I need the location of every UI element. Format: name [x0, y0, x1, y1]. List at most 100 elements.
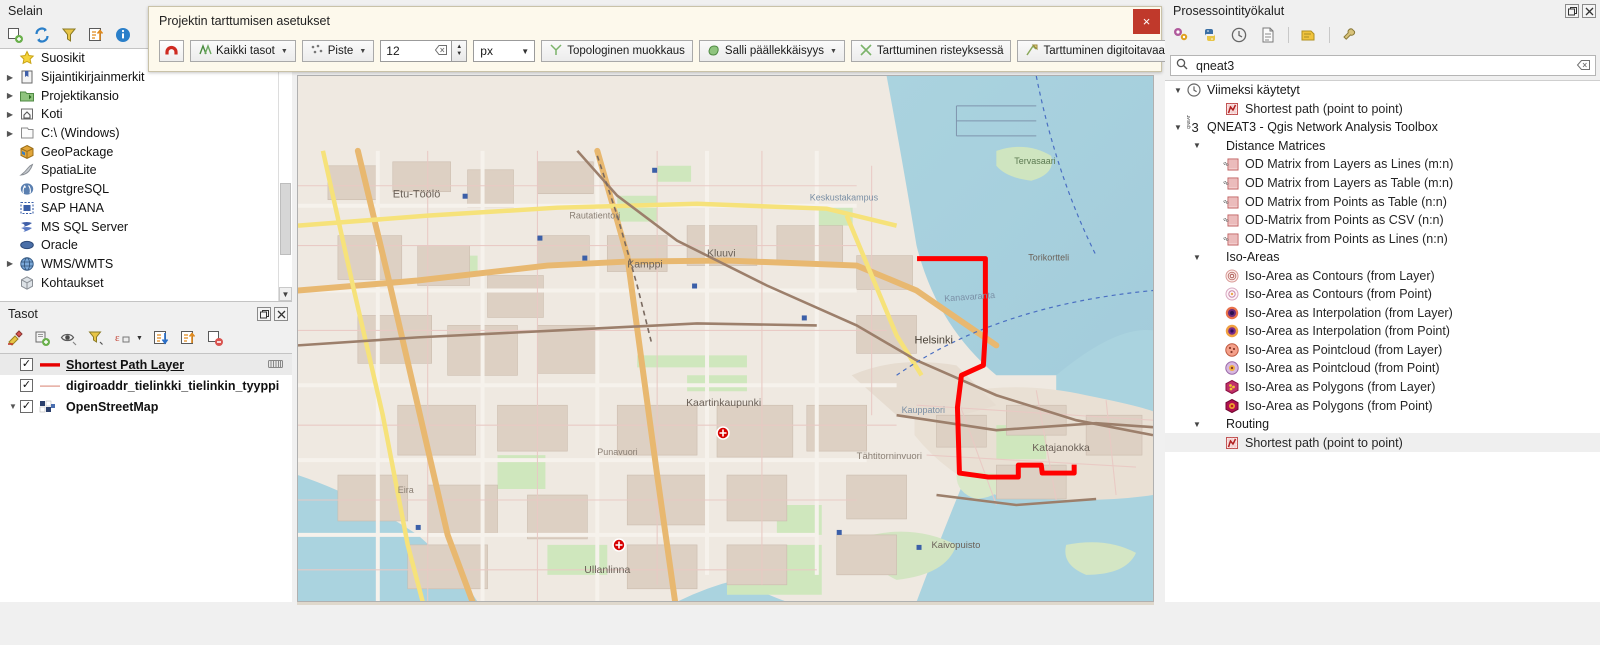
chevron-right-icon[interactable]: ▶: [2, 129, 18, 138]
chevron-right-icon[interactable]: ▶: [2, 110, 18, 119]
toolbox-item-od-matrix-from-points-as-lines-n-n[interactable]: ▶ooOD-Matrix from Points as Lines (n:n): [1165, 229, 1600, 248]
manage-visibility-icon[interactable]: [60, 329, 78, 347]
toolbox-item-od-matrix-from-layers-as-table-m-n[interactable]: ▶ooOD Matrix from Layers as Table (m:n): [1165, 174, 1600, 193]
chevron-down-icon[interactable]: ▼: [1171, 123, 1185, 132]
chevron-down-icon[interactable]: ▼: [6, 402, 20, 411]
layers-tree[interactable]: ▼✓Shortest Path Layer▼✓digiroaddr_tielin…: [0, 353, 292, 602]
close-icon[interactable]: ×: [1133, 8, 1160, 34]
browser-item-wms-wmts[interactable]: ▶ WMS/WMTS: [0, 255, 292, 274]
collapse-all-icon[interactable]: [87, 26, 105, 44]
alg-matrix-icon: oo: [1222, 156, 1240, 172]
enable-snapping-toggle[interactable]: [159, 40, 184, 62]
tolerance-stepper[interactable]: ▲ ▼: [452, 40, 468, 62]
toolbox-item-iso-area-as-contours-from-layer[interactable]: ▶Iso-Area as Contours (from Layer): [1165, 266, 1600, 285]
python-script-icon[interactable]: [1201, 26, 1219, 44]
layers-undock-button[interactable]: [257, 307, 271, 321]
browser-item-koti[interactable]: ▶ Koti: [0, 105, 292, 124]
toolbox-item-iso-area-as-polygons-from-point[interactable]: ▶Iso-Area as Polygons (from Point): [1165, 396, 1600, 415]
layers-close-button[interactable]: [274, 307, 288, 321]
browser-item-oracle[interactable]: ▶Oracle: [0, 236, 292, 255]
toolbox-item-routing[interactable]: ▼ Routing: [1165, 415, 1600, 434]
toolbox-search-bar[interactable]: [1170, 55, 1596, 76]
models-icon[interactable]: [1172, 26, 1190, 44]
snapping-units-dropdown[interactable]: px ▼: [473, 40, 536, 62]
browser-scroll-down-arrow[interactable]: ▼: [279, 287, 292, 301]
chevron-down-icon[interactable]: ▼: [1190, 141, 1204, 150]
layer-visibility-checkbox[interactable]: ✓: [20, 358, 33, 371]
history-icon[interactable]: [1230, 26, 1248, 44]
toolbox-algorithm-tree[interactable]: ▼ Viimeksi käytetyt ▶Shortest path (point …: [1165, 80, 1600, 602]
refresh-icon[interactable]: [33, 26, 51, 44]
toolbox-item-iso-area-as-interpolation-from-point[interactable]: ▶Iso-Area as Interpolation (from Point): [1165, 322, 1600, 341]
chevron-right-icon[interactable]: ▶: [2, 91, 18, 100]
layer-item-digiroaddr-tielinkki-tielinkin-tyyppi[interactable]: ▼✓digiroaddr_tielinkki_tielinkin_tyyppi: [0, 375, 292, 396]
expression-filter-caret-icon[interactable]: ▼: [136, 335, 143, 342]
toolbox-item-distance-matrices[interactable]: ▼ Distance Matrices: [1165, 137, 1600, 156]
toolbox-close-button[interactable]: [1582, 4, 1596, 18]
browser-item-geopackage[interactable]: ▶GeoPackage: [0, 142, 292, 161]
chevron-right-icon[interactable]: ▶: [2, 259, 18, 268]
chevron-down-icon[interactable]: ▼: [1190, 420, 1204, 429]
topological-editing-button[interactable]: Topologinen muokkaus: [541, 40, 693, 62]
toolbox-item-iso-area-as-interpolation-from-layer[interactable]: ▶Iso-Area as Interpolation (from Layer): [1165, 304, 1600, 323]
toolbox-item-qneat3-qgis-network-analysis-toolbox[interactable]: ▼ QNEAT 3 QNEAT3 - Qgis Network Analysis To…: [1165, 115, 1600, 137]
toolbox-item-iso-areas[interactable]: ▼ Iso-Areas: [1165, 248, 1600, 267]
chevron-down-icon[interactable]: ▼: [1190, 253, 1204, 262]
add-group-icon[interactable]: [33, 329, 51, 347]
results-viewer-icon[interactable]: [1259, 26, 1277, 44]
allow-overlap-dropdown[interactable]: Salli päällekkäisyys ▼: [698, 40, 845, 62]
edit-model-icon[interactable]: [1300, 26, 1318, 44]
toolbox-item-od-matrix-from-layers-as-lines-m-n[interactable]: ▶ooOD Matrix from Layers as Lines (m:n): [1165, 155, 1600, 174]
remove-layer-icon[interactable]: [206, 329, 224, 347]
snapping-type-dropdown[interactable]: Piste ▼: [301, 40, 375, 62]
browser-item-kohtaukset[interactable]: ▶Kohtaukset: [0, 273, 292, 292]
toolbox-item-od-matrix-from-points-as-table-n-n[interactable]: ▶ooOD Matrix from Points as Table (n:n): [1165, 192, 1600, 211]
browser-item-c-windows[interactable]: ▶ C:\ (Windows): [0, 124, 292, 143]
toolbox-item-label: OD Matrix from Layers as Table (m:n): [1245, 176, 1454, 190]
info-icon[interactable]: [114, 26, 132, 44]
layer-visibility-checkbox[interactable]: ✓: [20, 379, 33, 392]
toolbox-item-shortest-path-point-to-point[interactable]: ▶Shortest path (point to point): [1165, 433, 1600, 452]
options-icon[interactable]: [1341, 26, 1359, 44]
filter-icon[interactable]: [60, 26, 78, 44]
style-manager-icon[interactable]: [6, 329, 24, 347]
add-layer-icon[interactable]: [6, 26, 24, 44]
toolbox-item-viimeksi-k-ytetyt[interactable]: ▼ Viimeksi käytetyt: [1165, 81, 1600, 100]
toolbox-item-iso-area-as-polygons-from-layer[interactable]: ▶Iso-Area as Polygons (from Layer): [1165, 378, 1600, 397]
expand-all-icon[interactable]: [152, 329, 170, 347]
filter-legend-icon[interactable]: [87, 329, 105, 347]
browser-item-label: SAP HANA: [41, 200, 104, 215]
layer-item-shortest-path-layer[interactable]: ▼✓Shortest Path Layer: [0, 354, 292, 375]
clear-icon[interactable]: [435, 44, 451, 58]
postgresql-icon: [18, 181, 36, 197]
toolbox-item-iso-area-as-pointcloud-from-layer[interactable]: ▶Iso-Area as Pointcloud (from Layer): [1165, 341, 1600, 360]
spatialite-icon: [18, 162, 36, 178]
expression-filter-icon[interactable]: ε: [114, 329, 132, 347]
toolbox-item-iso-area-as-pointcloud-from-point[interactable]: ▶Iso-Area as Pointcloud (from Point): [1165, 359, 1600, 378]
clear-icon[interactable]: [1576, 59, 1590, 73]
toolbox-item-iso-area-as-contours-from-point[interactable]: ▶Iso-Area as Contours (from Point): [1165, 285, 1600, 304]
toolbox-search-input[interactable]: [1194, 57, 1571, 74]
snapping-tolerance-input[interactable]: 12: [380, 40, 453, 62]
snapping-mode-dropdown[interactable]: Kaikki tasot ▼: [190, 40, 296, 62]
layer-visibility-checkbox[interactable]: ✓: [20, 400, 33, 413]
collapse-all-icon[interactable]: [179, 329, 197, 347]
layer-item-openstreetmap[interactable]: ▼ ✓ OpenStreetMap: [0, 396, 292, 417]
browser-scroll-thumb[interactable]: [280, 183, 291, 255]
browser-item-spatialite[interactable]: ▶SpatiaLite: [0, 161, 292, 180]
toolbox-item-shortest-path-point-to-point[interactable]: ▶Shortest path (point to point): [1165, 100, 1600, 119]
toolbox-item-od-matrix-from-points-as-csv-n-n[interactable]: ▶ooOD-Matrix from Points as CSV (n:n): [1165, 211, 1600, 230]
browser-item-postgresql[interactable]: ▶PostgreSQL: [0, 180, 292, 199]
toolbox-undock-button[interactable]: [1565, 4, 1579, 18]
chevron-right-icon[interactable]: ▶: [2, 73, 18, 82]
browser-item-projektikansio[interactable]: ▶ Projektikansio: [0, 86, 292, 105]
browser-scrollbar[interactable]: ▼: [278, 49, 292, 301]
browser-tree[interactable]: ▶ Suosikit ▶ Sijaintikirjainmerkit ▶ Projekti…: [0, 48, 292, 302]
svg-text:Kamppi: Kamppi: [627, 260, 662, 271]
chevron-down-icon[interactable]: ▼: [1171, 86, 1185, 95]
browser-item-sap-hana[interactable]: ▶SAP HANA: [0, 199, 292, 218]
browser-item-ms-sql-server[interactable]: ▶MS SQL Server: [0, 217, 292, 236]
snap-on-intersection-button[interactable]: Tarttuminen risteyksessä: [850, 40, 1012, 62]
map-canvas[interactable]: Etu-Töölö Kamppi Helsinki Kluuvi Kaartin…: [297, 75, 1154, 602]
svg-text:Eira: Eira: [398, 485, 414, 495]
